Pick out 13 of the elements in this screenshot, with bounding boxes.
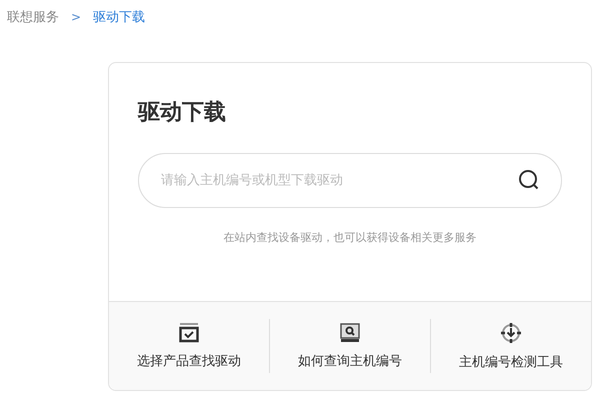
search-icon[interactable] [518,169,540,191]
tool-link[interactable]: 如何查询主机编号 [269,319,430,373]
checkbox-icon [179,322,199,342]
breadcrumb-link[interactable]: 驱动下载 [93,8,146,26]
tool-link[interactable]: 选择产品查找驱动 [109,319,269,373]
breadcrumb-link[interactable]: 联想服务 [7,8,59,26]
page-title: 驱动下载 [138,99,227,127]
breadcrumb-separator: > [71,10,82,24]
download-icon [500,322,522,344]
tool-link[interactable]: 主机编号检测工具 [430,319,591,373]
hint-text: 在站内查找设备驱动，也可以获得设备相关更多服务 [224,230,476,245]
search-icon [340,322,360,342]
search-field[interactable]: 请输入主机编号或机型下载驱动 [138,153,562,208]
